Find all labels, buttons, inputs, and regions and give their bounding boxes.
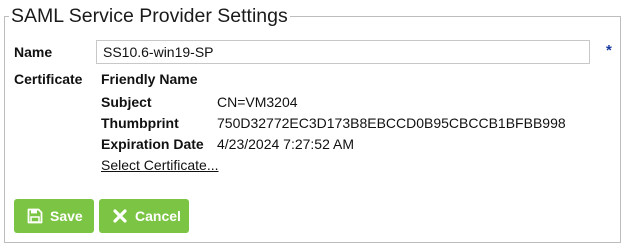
save-button-label: Save [50, 208, 83, 224]
name-input[interactable] [96, 40, 590, 64]
x-icon [111, 207, 129, 225]
cancel-button-label: Cancel [135, 208, 181, 224]
select-certificate-link[interactable]: Select Certificate... [101, 156, 219, 174]
save-button[interactable]: Save [14, 199, 94, 233]
thumbprint-label: Thumbprint [101, 115, 179, 131]
thumbprint-value: 750D32772EC3D173B8EBCCD0B95CBCCB1BFBB998 [217, 115, 566, 131]
floppy-disk-icon [26, 207, 44, 225]
friendly-name-label: Friendly Name [101, 71, 198, 87]
expiration-date-value: 4/23/2024 7:27:52 AM [217, 136, 354, 152]
name-label: Name [14, 44, 53, 60]
cancel-button[interactable]: Cancel [99, 199, 189, 233]
required-marker: * [606, 42, 612, 59]
section-title: SAML Service Provider Settings [9, 3, 290, 29]
certificate-label: Certificate [14, 71, 83, 87]
subject-label: Subject [101, 94, 152, 110]
expiration-date-label: Expiration Date [101, 136, 204, 152]
subject-value: CN=VM3204 [217, 94, 298, 110]
